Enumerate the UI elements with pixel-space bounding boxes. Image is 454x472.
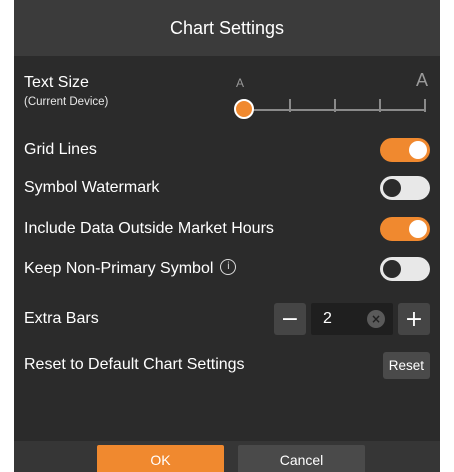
dialog-title: Chart Settings [14,0,440,56]
text-size-sublabel: (Current Device) [24,96,109,108]
text-size-label-group: Text Size (Current Device) [24,70,108,108]
toggle-knob [383,260,401,278]
slider-tick [289,99,291,112]
increment-button[interactable]: + [398,303,430,335]
extra-bars-row: Extra Bars − 2 × + [24,302,430,336]
chart-settings-dialog: Chart Settings Text Size (Current Device… [14,0,440,472]
keep-non-primary-toggle[interactable] [380,257,430,281]
text-size-slider[interactable]: A A [234,70,434,130]
extra-bars-value: 2 [323,310,332,327]
extra-bars-input[interactable]: 2 × [311,303,393,335]
keep-non-primary-label-group: Keep Non-Primary Symbol i [24,258,237,278]
symbol-watermark-label: Symbol Watermark [24,179,160,196]
symbol-watermark-toggle[interactable] [380,176,430,200]
info-icon[interactable]: i [220,258,237,275]
clear-icon[interactable]: × [367,310,385,328]
decrement-button[interactable]: − [274,303,306,335]
slider-tick [424,99,426,112]
ok-button[interactable]: OK [97,445,224,472]
toggle-knob [409,141,427,159]
keep-non-primary-label: Keep Non-Primary Symbol [24,260,214,277]
reset-label: Reset to Default Chart Settings [24,356,245,373]
slider-thumb[interactable] [234,99,254,119]
grid-lines-toggle[interactable] [380,138,430,162]
extra-bars-label: Extra Bars [24,310,99,327]
toggle-knob [383,179,401,197]
large-text-icon: A [415,70,428,90]
reset-row: Reset to Default Chart Settings Reset [24,350,430,380]
keep-non-primary-row: Keep Non-Primary Symbol i [24,255,430,283]
slider-tick [334,99,336,112]
dialog-footer [14,441,440,472]
reset-button[interactable]: Reset [382,351,430,379]
extra-bars-stepper: − 2 × + [274,303,430,335]
text-size-label: Text Size [24,74,89,91]
grid-lines-row: Grid Lines [24,136,430,164]
small-text-icon: A [236,76,245,90]
cancel-button[interactable]: Cancel [238,445,365,472]
outside-hours-row: Include Data Outside Market Hours [24,215,430,243]
grid-lines-label: Grid Lines [24,141,97,158]
slider-tick [379,99,381,112]
outside-hours-label: Include Data Outside Market Hours [24,220,274,237]
toggle-knob [409,220,427,238]
outside-hours-toggle[interactable] [380,217,430,241]
symbol-watermark-row: Symbol Watermark [24,174,430,202]
